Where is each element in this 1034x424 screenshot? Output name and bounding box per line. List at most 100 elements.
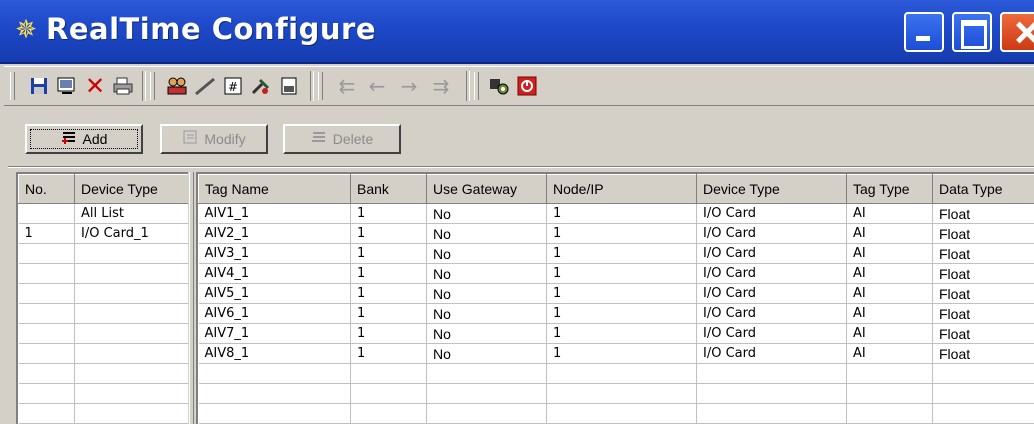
modify-button[interactable]: Modify <box>160 124 268 154</box>
move-right-icon[interactable]: → <box>396 73 422 99</box>
settings-icon[interactable] <box>486 73 512 99</box>
move-first-icon[interactable]: ⇇ <box>334 73 360 99</box>
bank-cell <box>350 363 427 384</box>
app-gear-icon[interactable]: ✵ <box>12 16 40 44</box>
data-type-cell <box>932 403 1034 424</box>
tag-type-cell: AI <box>846 323 933 344</box>
tag-type-cell: AI <box>846 343 933 364</box>
print-icon[interactable] <box>110 73 136 99</box>
device-list-row[interactable]: All List <box>18 203 188 224</box>
device-list-table: No. Device Type All List 1 I/O Card_1 <box>18 174 188 424</box>
toolbar-grip[interactable] <box>150 72 155 100</box>
tag-type-cell: AI <box>846 203 933 224</box>
use-gateway-cell: No <box>426 223 547 244</box>
col-header-no[interactable]: No. <box>18 174 75 204</box>
device-list-row[interactable] <box>18 283 188 304</box>
use-gateway-cell: No <box>426 203 547 224</box>
col-header-data-type[interactable]: Data Type <box>932 174 1034 204</box>
screen-icon[interactable] <box>54 73 80 99</box>
col-header-node-ip[interactable]: Node/IP <box>546 174 697 204</box>
device-list-row[interactable] <box>18 403 188 424</box>
device-type-cell <box>74 363 188 384</box>
device-list-panel[interactable]: No. Device Type All List 1 I/O Card_1 <box>16 172 188 424</box>
device-type-cell: I/O Card <box>696 203 847 224</box>
pane-splitter[interactable] <box>189 172 194 424</box>
data-type-cell: Float <box>932 343 1034 364</box>
node-ip-cell: 1 <box>546 223 697 244</box>
tag-list-row[interactable]: AIV4_1 1 No 1 I/O Card AI Float <box>198 263 1034 284</box>
device-list-row[interactable] <box>18 303 188 324</box>
tag-icon[interactable]: # <box>220 73 246 99</box>
data-type-cell: Float <box>932 223 1034 244</box>
toolbar-grip[interactable] <box>10 72 15 100</box>
tag-type-cell: AI <box>846 263 933 284</box>
use-gateway-cell: No <box>426 283 547 304</box>
device-type-cell <box>696 363 847 384</box>
device-type-cell <box>74 243 188 264</box>
tools-icon[interactable] <box>248 73 274 99</box>
device-no-cell <box>18 203 75 224</box>
delete-x-icon[interactable]: ✕ <box>82 73 108 99</box>
tag-list-panel[interactable]: Tag Name Bank Use Gateway Node/IP Device… <box>196 172 1034 424</box>
line-icon[interactable] <box>192 73 218 99</box>
toolbar-grip[interactable] <box>318 72 323 100</box>
modify-label: Modify <box>204 131 246 147</box>
add-button[interactable]: Add <box>25 124 143 154</box>
col-header-device-type[interactable]: Device Type <box>696 174 847 204</box>
tag-name-cell: AIV7_1 <box>198 323 351 344</box>
tag-list-row[interactable] <box>198 383 1034 404</box>
data-type-cell <box>932 383 1034 404</box>
tag-list-row[interactable]: AIV7_1 1 No 1 I/O Card AI Float <box>198 323 1034 344</box>
device-type-cell <box>696 383 847 404</box>
data-type-cell: Float <box>932 243 1034 264</box>
col-header-tag-name[interactable]: Tag Name <box>198 174 351 204</box>
device-type-cell: I/O Card <box>696 243 847 264</box>
col-header-use-gateway[interactable]: Use Gateway <box>426 174 547 204</box>
tag-list-table: Tag Name Bank Use Gateway Node/IP Device… <box>198 174 1034 424</box>
toolbar-grip[interactable] <box>474 72 479 100</box>
device-type-cell <box>74 323 188 344</box>
maximize-button[interactable] <box>952 12 992 52</box>
device-list-row[interactable] <box>18 383 188 404</box>
device-type-cell: I/O Card <box>696 283 847 304</box>
tag-list-row[interactable]: AIV5_1 1 No 1 I/O Card AI Float <box>198 283 1034 304</box>
data-type-cell: Float <box>932 263 1034 284</box>
modify-icon <box>182 129 200 149</box>
device-list-row[interactable] <box>18 263 188 284</box>
device-list-row[interactable] <box>18 323 188 344</box>
tag-list-row[interactable] <box>198 363 1034 384</box>
col-header-device-type[interactable]: Device Type <box>74 174 188 204</box>
document-icon[interactable] <box>276 73 302 99</box>
device-no-cell <box>18 283 75 304</box>
tag-list-row[interactable]: AIV6_1 1 No 1 I/O Card AI Float <box>198 303 1034 324</box>
users-icon[interactable] <box>164 73 190 99</box>
tag-list-row[interactable]: AIV8_1 1 No 1 I/O Card AI Float <box>198 343 1034 364</box>
tag-list-row[interactable]: AIV3_1 1 No 1 I/O Card AI Float <box>198 243 1034 264</box>
bank-cell: 1 <box>350 243 427 264</box>
power-icon[interactable] <box>514 73 540 99</box>
tag-name-cell: AIV2_1 <box>198 223 351 244</box>
device-list-row[interactable]: 1 I/O Card_1 <box>18 223 188 244</box>
tag-name-cell: AIV4_1 <box>198 263 351 284</box>
minimize-button[interactable] <box>904 12 944 52</box>
use-gateway-cell <box>426 383 547 404</box>
tag-type-cell: AI <box>846 283 933 304</box>
device-list-row[interactable] <box>18 243 188 264</box>
tag-list-row[interactable]: AIV2_1 1 No 1 I/O Card AI Float <box>198 223 1034 244</box>
save-icon[interactable] <box>26 73 52 99</box>
col-header-bank[interactable]: Bank <box>350 174 427 204</box>
close-button[interactable] <box>1000 12 1034 52</box>
delete-icon <box>311 129 329 149</box>
tag-list-row[interactable]: AIV1_1 1 No 1 I/O Card AI Float <box>198 203 1034 224</box>
device-list-row[interactable] <box>18 363 188 384</box>
device-list-row[interactable] <box>18 343 188 364</box>
tag-name-cell: AIV3_1 <box>198 243 351 264</box>
col-header-tag-type[interactable]: Tag Type <box>846 174 933 204</box>
move-last-icon[interactable]: ⇉ <box>428 73 454 99</box>
tag-list-row[interactable] <box>198 403 1034 424</box>
use-gateway-cell <box>426 403 547 424</box>
node-ip-cell <box>546 403 697 424</box>
delete-button[interactable]: Delete <box>283 124 401 154</box>
bank-cell: 1 <box>350 283 427 304</box>
move-left-icon[interactable]: ← <box>364 73 390 99</box>
